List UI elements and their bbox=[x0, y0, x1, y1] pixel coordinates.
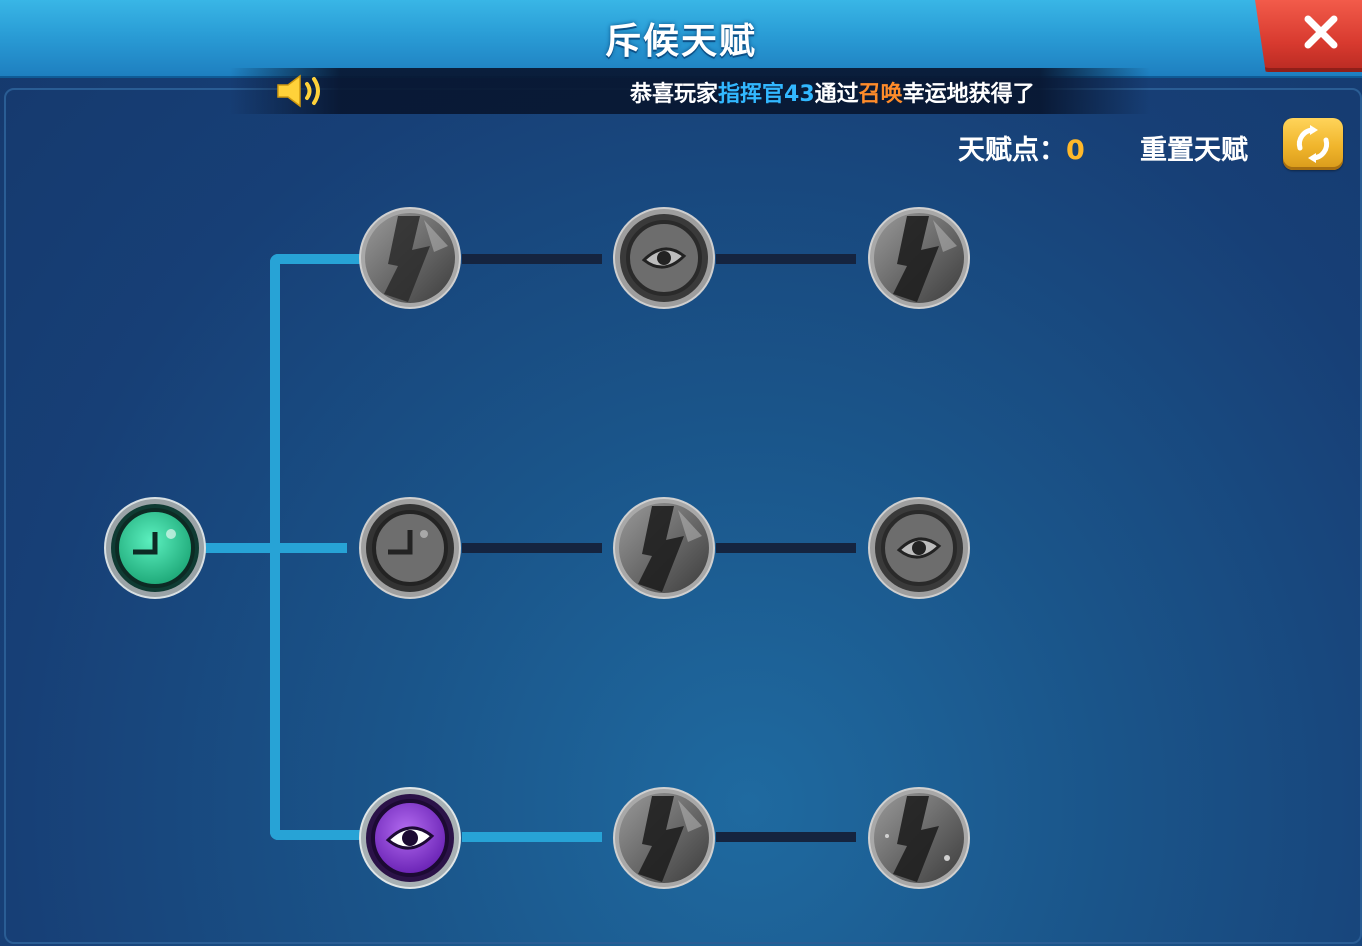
talent-node-r2c3[interactable] bbox=[867, 496, 971, 600]
reset-talent-label: 重置天赋 bbox=[1140, 135, 1248, 166]
path-trunk-top bbox=[270, 254, 360, 264]
clock-icon bbox=[359, 497, 461, 599]
speaker-icon bbox=[277, 74, 320, 108]
clock-icon bbox=[104, 497, 206, 599]
locked-talent-icon bbox=[613, 497, 715, 599]
locked-talent-icon bbox=[868, 787, 970, 889]
talent-node-r2c2[interactable] bbox=[612, 496, 716, 600]
close-button[interactable] bbox=[1255, 0, 1362, 72]
talent-node-r1c2[interactable] bbox=[612, 206, 716, 310]
path-row1-a bbox=[462, 254, 602, 264]
close-icon bbox=[1304, 15, 1338, 49]
path-row3-a bbox=[462, 832, 602, 842]
locked-talent-icon bbox=[613, 787, 715, 889]
path-row1-b bbox=[716, 254, 856, 264]
locked-talent-icon bbox=[868, 207, 970, 309]
path-trunk bbox=[270, 254, 280, 840]
eye-target-icon bbox=[868, 497, 970, 599]
refresh-icon bbox=[1296, 125, 1330, 163]
eye-target-icon bbox=[359, 787, 461, 889]
path-row2-b bbox=[716, 543, 856, 553]
announcement-text: 恭喜玩家指挥官43通过召唤幸运地获得了 bbox=[630, 76, 1035, 108]
talent-node-r3c1[interactable] bbox=[358, 786, 462, 890]
talent-points-value: 0 bbox=[1066, 135, 1085, 166]
talent-node-r3c3[interactable] bbox=[867, 786, 971, 890]
announcement-suffix: 幸运地获得了 bbox=[902, 82, 1035, 107]
talent-points-label: 天赋点： bbox=[958, 135, 1066, 166]
path-trunk-bottom bbox=[270, 830, 360, 840]
announcement-method: 召唤 bbox=[858, 82, 903, 107]
talent-points-display: 天赋点：0 bbox=[958, 128, 1085, 167]
announcement-player: 指挥官43 bbox=[718, 82, 815, 107]
announcement-prefix: 恭喜玩家 bbox=[630, 82, 719, 107]
talent-node-root[interactable] bbox=[103, 496, 207, 600]
locked-talent-icon bbox=[359, 207, 461, 309]
path-row2-a bbox=[462, 543, 602, 553]
path-row3-b bbox=[716, 832, 856, 842]
talent-node-r2c1[interactable] bbox=[358, 496, 462, 600]
announcement-middle: 通过 bbox=[814, 82, 859, 107]
eye-target-icon bbox=[613, 207, 715, 309]
announcement-ticker: 恭喜玩家指挥官43通过召唤幸运地获得了 bbox=[230, 68, 1150, 114]
title-bar: 斥候天赋 bbox=[0, 0, 1362, 78]
talent-node-r1c1[interactable] bbox=[358, 206, 462, 310]
talent-node-r3c2[interactable] bbox=[612, 786, 716, 890]
reset-talent-button[interactable] bbox=[1283, 118, 1343, 170]
talent-node-r1c3[interactable] bbox=[867, 206, 971, 310]
page-title: 斥候天赋 bbox=[604, 21, 757, 62]
